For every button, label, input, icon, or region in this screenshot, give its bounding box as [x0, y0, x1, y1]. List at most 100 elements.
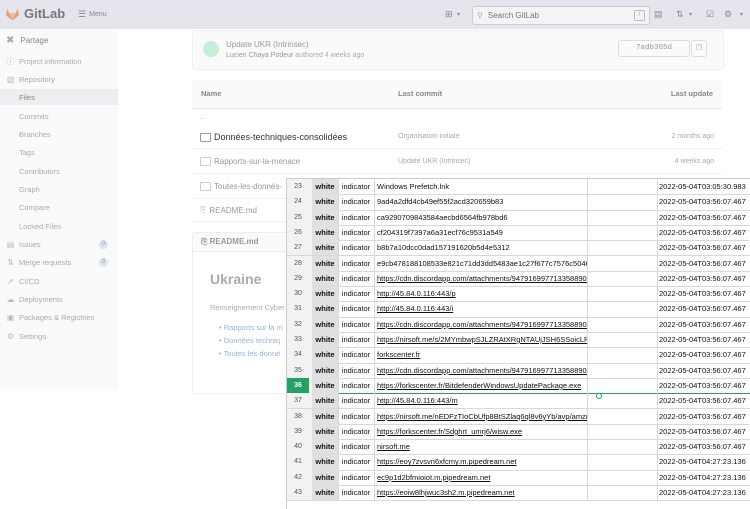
cell-empty[interactable] — [587, 347, 658, 363]
cell-value[interactable]: https://cdn.discordapp.com/attachments/9… — [374, 270, 588, 287]
cell-timestamp[interactable]: 2022-05-04T04:27:23.136 — [657, 485, 750, 500]
cell-type[interactable]: indicator — [338, 270, 375, 287]
cell-tlp[interactable]: white — [312, 286, 339, 302]
cell-tlp[interactable]: white — [312, 454, 339, 470]
parent-directory-link[interactable]: .. — [200, 112, 204, 121]
sheet-row[interactable]: 39 white indicator https://forkscenter.fr/S… — [287, 423, 750, 441]
file-name[interactable]: README.md — [209, 206, 257, 215]
cell-tlp[interactable]: white — [312, 332, 339, 348]
issues-icon[interactable]: ▤ — [654, 9, 663, 20]
cell-type[interactable]: indicator — [338, 194, 375, 210]
cell-type[interactable]: indicator — [338, 332, 375, 348]
cell-value[interactable]: https://eoiw8lhjwuc3sh2.m.pipedream.net — [374, 485, 588, 501]
cell-tlp[interactable]: white — [312, 393, 339, 409]
sheet-row[interactable]: 23 white indicator Windows Prefetch.lnk 2022… — [287, 179, 750, 196]
sidebar-item-graph[interactable]: Graph — [0, 181, 118, 197]
spreadsheet-grid[interactable]: 23 white indicator Windows Prefetch.lnk 2022… — [286, 178, 750, 509]
cell-timestamp[interactable]: 2022-05-04T03:56:07.467 — [657, 347, 750, 362]
cell-value[interactable]: https://cdn.discordapp.com/attachments/9… — [374, 362, 588, 378]
cell-tlp[interactable]: white — [312, 423, 339, 440]
cell-value[interactable]: https://nirsoft.me/s/2MYmbwpSJLZRAtXRgNT… — [374, 332, 588, 348]
row-number[interactable]: 36 — [287, 377, 310, 394]
cell-value[interactable]: nirsoft.me — [374, 439, 588, 455]
cell-value[interactable]: https://cdn.discordapp.com/attachments/9… — [374, 316, 588, 332]
sidebar-item-tags[interactable]: Tags — [0, 144, 118, 160]
row-number[interactable]: 26 — [287, 224, 310, 241]
file-name[interactable]: Rapports-sur-la-menace — [214, 157, 300, 166]
cell-type[interactable]: indicator — [338, 301, 375, 317]
cell-type[interactable]: indicator — [338, 179, 375, 195]
sheet-row[interactable]: 31 white indicator http://45.84.0.116:443/i… — [287, 301, 750, 318]
cell-type[interactable]: indicator — [338, 316, 375, 332]
cell-timestamp[interactable]: 2022-05-04T03:56:07.467 — [657, 256, 750, 271]
cell-timestamp[interactable]: 2022-05-04T03:56:07.467 — [657, 393, 750, 408]
sheet-row[interactable]: 25 white indicator ca9290709843584aecbd6564… — [287, 209, 750, 226]
cell-timestamp[interactable]: 2022-05-04T03:56:07.467 — [657, 301, 750, 316]
cell-tlp[interactable]: white — [312, 362, 339, 378]
commit-author[interactable]: Lucien Chaya Podeur — [226, 52, 293, 59]
cell-value[interactable]: http://45.84.0.116:443/i — [374, 301, 588, 317]
sheet-row[interactable]: 32 white indicator https://cdn.discordapp.c… — [287, 316, 750, 333]
gitlab-logo[interactable]: GitLab — [5, 6, 65, 21]
sidebar-item-cicd[interactable]: ➚ CI/CD — [0, 273, 118, 289]
readme-link[interactable]: • Données techniq — [219, 336, 280, 345]
help-icon[interactable]: ⚙ — [724, 9, 732, 20]
cell-empty[interactable] — [587, 194, 658, 210]
cell-timestamp[interactable]: 2022-05-04T03:56:07.467 — [657, 439, 750, 454]
sheet-row[interactable]: 38 white indicator https://nirsoft.me/nEDFz… — [287, 408, 750, 425]
cell-value[interactable]: 9ad4a2dfd4cb49ef55f2acd320659b83 — [374, 194, 588, 210]
cell-value[interactable]: ca9290709843584aecbd6564fb978bd6 — [374, 209, 588, 225]
readme-link[interactable]: • Toutes les donné — [219, 349, 280, 358]
cell-tlp[interactable]: white — [312, 485, 339, 501]
cell-type[interactable]: indicator — [338, 362, 375, 378]
cell-empty[interactable] — [587, 301, 658, 317]
row-number[interactable]: 39 — [287, 423, 310, 440]
cell-timestamp[interactable]: 2022-05-04T03:56:07.467 — [657, 210, 750, 225]
readme-link[interactable]: • Rapports sur la m — [219, 323, 283, 332]
cell-type[interactable]: indicator — [338, 347, 375, 363]
sheet-row[interactable]: 35 white indicator https://cdn.discordapp.c… — [287, 362, 750, 379]
sidebar-item-merge-requests[interactable]: ⇅ Merge requests 0 — [0, 254, 118, 270]
plus-icon[interactable]: ⊞ — [445, 9, 453, 20]
sheet-row[interactable]: 40 white indicator nirsoft.me 2022-05-04T03:… — [287, 439, 750, 456]
chevron-down-icon[interactable]: ▾ — [457, 11, 460, 18]
cell-tlp[interactable]: white — [312, 209, 339, 225]
cell-timestamp[interactable]: 2022-05-04T03:56:07.467 — [657, 240, 750, 255]
cell-type[interactable]: indicator — [338, 286, 375, 302]
row-number[interactable]: 43 — [287, 485, 310, 501]
cell-empty[interactable] — [587, 255, 658, 271]
row-number[interactable]: 31 — [287, 301, 310, 317]
cell-timestamp[interactable]: 2022-05-04T04:27:23.136 — [657, 470, 750, 485]
sidebar-item-branches[interactable]: Branches — [0, 126, 118, 142]
cell-timestamp[interactable]: 2022-05-04T03:56:07.467 — [657, 363, 750, 378]
row-number[interactable]: 40 — [287, 439, 310, 455]
row-number[interactable]: 23 — [287, 179, 310, 195]
sidebar-project[interactable]: ✖ Partage — [6, 35, 48, 46]
cell-tlp[interactable]: white — [312, 255, 339, 271]
cell-empty[interactable] — [587, 240, 658, 256]
cell-tlp[interactable]: white — [312, 408, 339, 424]
cell-empty[interactable] — [587, 377, 658, 394]
cell-timestamp[interactable]: 2022-05-04T03:05:30.983 — [657, 179, 750, 194]
cell-value[interactable]: ec9p1d2bfmioiot.m.pipedream.net — [374, 469, 588, 485]
sheet-row[interactable]: 41 white indicator https://eoy7zvsvn6xfcmy.… — [287, 454, 750, 471]
row-number[interactable]: 24 — [287, 194, 310, 210]
cell-value[interactable]: https://eoy7zvsvn6xfcmy.m.pipedream.net — [374, 454, 588, 470]
cell-type[interactable]: indicator — [338, 224, 375, 241]
search-input[interactable] — [485, 10, 630, 21]
cell-tlp[interactable]: white — [312, 270, 339, 287]
chevron-down-icon[interactable]: ▾ — [689, 11, 692, 18]
cell-type[interactable]: indicator — [338, 393, 375, 409]
cell-empty[interactable] — [587, 179, 658, 195]
file-commit-message[interactable]: Update UKR (Intrinsec) — [398, 158, 470, 165]
sheet-row[interactable]: 33 white indicator https://nirsoft.me/s/2MY… — [287, 332, 750, 349]
cell-empty[interactable] — [587, 316, 658, 332]
cell-type[interactable]: indicator — [338, 423, 375, 440]
file-name[interactable]: Toutes-les-donnés- — [214, 182, 282, 191]
cell-value[interactable]: http://45.84.0.116:443/m — [374, 393, 588, 409]
cell-tlp[interactable]: white — [312, 347, 339, 363]
sidebar-item-commits[interactable]: Commits — [0, 108, 118, 124]
cell-tlp[interactable]: white — [312, 240, 339, 256]
sidebar-item-issues[interactable]: ▤ Issues 0 — [0, 236, 118, 252]
cell-value[interactable]: e9cb478188108533e821c71dd3dd5483ae1c27f6… — [374, 255, 588, 271]
